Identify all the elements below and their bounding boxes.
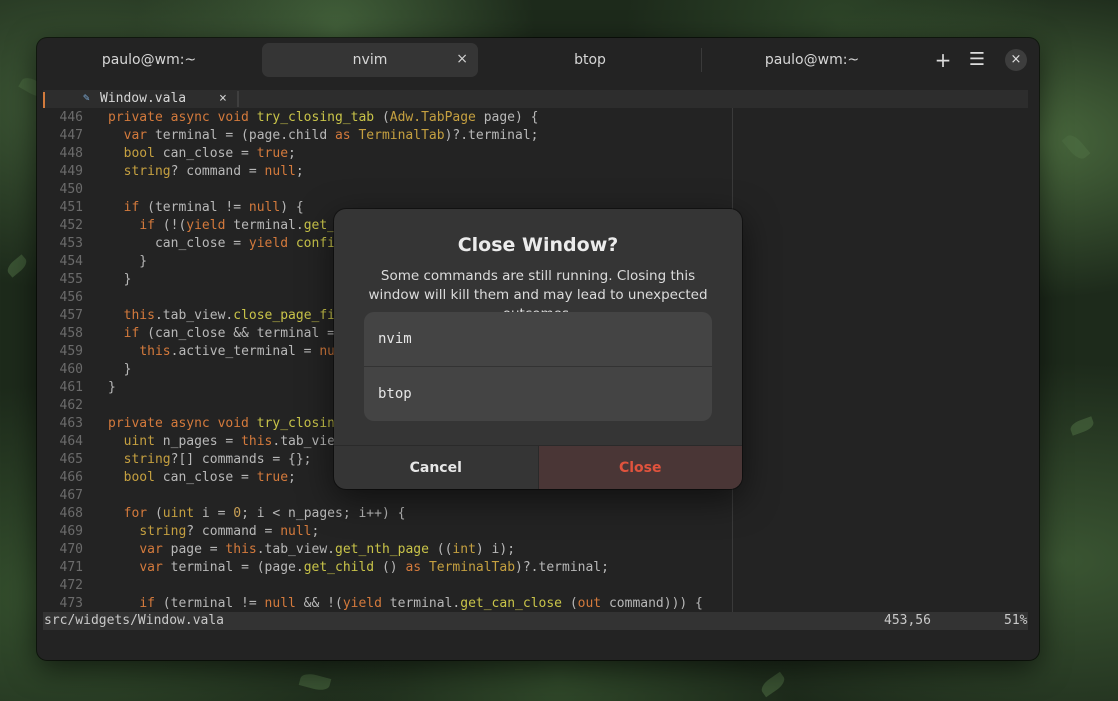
code-text: private async void try_closing_tab (Adw.… [108,110,539,125]
code-text: bool can_close = true; [123,146,296,161]
process-item: btop [364,366,712,421]
line-number: 468 [59,506,83,521]
line-number: 459 [59,344,83,359]
close-tab-icon[interactable]: × [456,51,468,67]
code-line[interactable]: 468 for (uint i = 0; i < n_pages; i++) { [43,505,731,523]
line-number: 446 [59,110,83,125]
vala-file-icon: ✎ [83,91,90,104]
code-text: for (uint i = 0; i < n_pages; i++) { [123,506,406,521]
close-window-dialog: Close Window? Some commands are still ru… [334,209,742,489]
tab-title: paulo@wm:~ [764,52,860,68]
line-number: 461 [59,380,83,395]
code-line[interactable]: 473 if (terminal != null && !(yield term… [43,595,731,613]
line-number: 472 [59,578,83,593]
close-buffer-icon[interactable]: × [219,91,227,106]
tab-title: nvim [352,52,388,68]
code-text: bool can_close = true; [123,470,296,485]
line-number: 473 [59,596,83,611]
menu-button[interactable]: ☰ [965,48,989,72]
line-number: 470 [59,542,83,557]
tab-nvim[interactable]: nvim × [262,43,478,77]
code-text: string?[] commands = {}; [123,452,312,467]
line-number: 450 [59,182,83,197]
line-number: 466 [59,470,83,485]
code-line[interactable]: 446 private async void try_closing_tab (A… [43,109,731,127]
code-line[interactable]: 447 var terminal = (page.child as Termin… [43,127,731,145]
cursor-position: 453,56 [884,613,931,628]
status-line: src/widgets/Window.vala 453,56 51% [43,612,1028,630]
code-text: if (terminal != null && !(yield terminal… [139,596,703,611]
line-number: 453 [59,236,83,251]
tab-title: btop [574,52,606,68]
tab-bar: paulo@wm:~ nvim × btop paulo@wm:~ + ☰ × [37,38,1039,82]
process-item: nvim [378,331,412,347]
line-number: 456 [59,290,83,305]
confirm-close-button[interactable]: Close [538,446,742,489]
line-number: 457 [59,308,83,323]
line-number: 451 [59,200,83,215]
code-text: var page = this.tab_view.get_nth_page ((… [139,542,516,557]
tabline-divider [237,91,239,107]
code-text: } [108,272,132,287]
code-text: } [108,362,132,377]
code-text: this.active_terminal = null; [139,344,358,359]
window-close-button[interactable]: × [1005,49,1027,71]
scroll-percent: 51% [1004,613,1028,628]
line-number: 449 [59,164,83,179]
dialog-title: Close Window? [457,234,619,256]
line-number: 464 [59,434,83,449]
line-number: 458 [59,326,83,341]
code-line[interactable]: 448 bool can_close = true; [43,145,731,163]
line-number: 471 [59,560,83,575]
dialog-actions: Cancel Close [334,445,742,489]
tab-paulo-1[interactable]: paulo@wm:~ [38,43,260,77]
code-line[interactable]: 472 [43,577,731,595]
code-line[interactable]: 449 string? command = null; [43,163,731,181]
buffer-indicator [43,92,45,108]
tab-btop[interactable]: btop [480,43,700,77]
line-number: 455 [59,272,83,287]
code-text: } [108,254,148,269]
buffer-name[interactable]: Window.vala [100,91,186,106]
line-number: 463 [59,416,83,431]
code-text: string? command = null; [139,524,320,539]
line-number: 460 [59,362,83,377]
running-process-list: nvim btop [364,312,712,421]
line-number: 454 [59,254,83,269]
line-number: 447 [59,128,83,143]
code-line[interactable]: 471 var terminal = (page.get_child () as… [43,559,731,577]
line-number: 462 [59,398,83,413]
code-text: if (terminal != null) { [123,200,304,215]
line-number: 465 [59,452,83,467]
code-line[interactable]: 470 var page = this.tab_view.get_nth_pag… [43,541,731,559]
code-text: var terminal = (page.child as TerminalTa… [123,128,539,143]
tab-paulo-2[interactable]: paulo@wm:~ [702,43,922,77]
line-number: 448 [59,146,83,161]
code-text: string? command = null; [123,164,304,179]
line-number: 452 [59,218,83,233]
code-text: var terminal = (page.get_child () as Ter… [139,560,609,575]
tab-title: paulo@wm:~ [101,52,197,68]
cancel-button[interactable]: Cancel [334,446,539,489]
code-line[interactable]: 450 [43,181,731,199]
line-number: 469 [59,524,83,539]
buffer-tabline: ✎ Window.vala × [43,90,1028,108]
status-file-path: src/widgets/Window.vala [44,613,225,628]
new-tab-button[interactable]: + [931,48,955,72]
code-line[interactable]: 467 [43,487,731,505]
code-line[interactable]: 469 string? command = null; [43,523,731,541]
line-number: 467 [59,488,83,503]
code-text: } [108,380,116,395]
